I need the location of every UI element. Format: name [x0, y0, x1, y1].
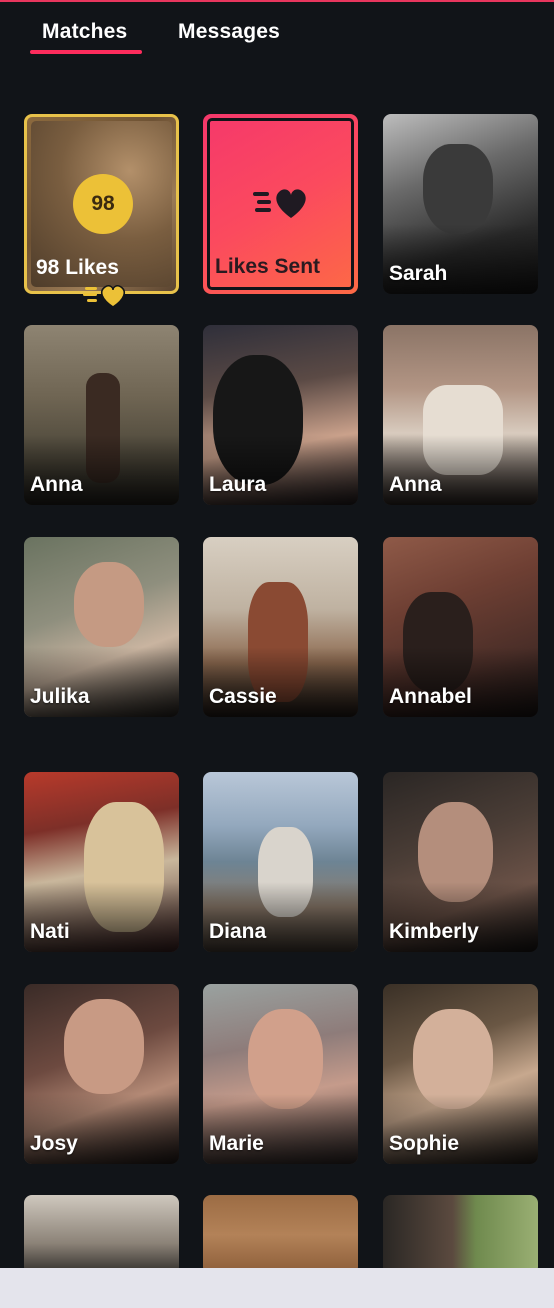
tab-matches[interactable]: Matches — [42, 20, 127, 44]
match-name: Kimberly — [389, 920, 479, 943]
match-card-row6-1[interactable] — [24, 1195, 179, 1275]
match-card-marie[interactable]: Marie — [203, 984, 358, 1164]
match-card-row6-3[interactable] — [383, 1195, 538, 1275]
match-card-cassie[interactable]: Cassie — [203, 537, 358, 717]
match-card-anna-1[interactable]: Anna — [24, 325, 179, 505]
likes-label: 98 Likes — [36, 256, 119, 279]
match-card-laura[interactable]: Laura — [203, 325, 358, 505]
match-card-row6-2[interactable] — [203, 1195, 358, 1275]
match-name: Anna — [30, 473, 83, 496]
match-card-annabel[interactable]: Annabel — [383, 537, 538, 717]
match-name: Laura — [209, 473, 267, 496]
match-card-sophie[interactable]: Sophie — [383, 984, 538, 1164]
likes-count-badge: 98 — [73, 174, 133, 234]
match-card-diana[interactable]: Diana — [203, 772, 358, 952]
match-name: Josy — [30, 1132, 78, 1155]
bottom-bar — [0, 1268, 554, 1308]
likes-sent-card[interactable]: Likes Sent — [203, 114, 358, 294]
match-name: Diana — [209, 920, 267, 943]
likes-sent-label: Likes Sent — [215, 255, 321, 278]
active-tab-indicator — [30, 50, 142, 54]
tab-messages[interactable]: Messages — [178, 20, 280, 44]
match-card-anna-2[interactable]: Anna — [383, 325, 538, 505]
match-card-kimberly[interactable]: Kimberly — [383, 772, 538, 952]
match-name: Nati — [30, 920, 70, 943]
sent-heart-icon — [253, 189, 306, 218]
likes-card[interactable]: 98 98 Likes — [24, 114, 179, 308]
match-card-sarah[interactable]: Sarah — [383, 114, 538, 294]
match-name: Sophie — [389, 1132, 460, 1155]
match-name: Cassie — [209, 685, 277, 708]
profile-photo — [74, 562, 144, 647]
match-name: Sarah — [389, 262, 448, 285]
match-name: Annabel — [389, 685, 472, 708]
top-accent-line — [0, 0, 554, 2]
match-name: Anna — [389, 473, 442, 496]
gold-heart-icon — [83, 285, 126, 308]
match-card-julika[interactable]: Julika — [24, 537, 179, 717]
match-name: Marie — [209, 1132, 264, 1155]
match-name: Julika — [30, 685, 90, 708]
profile-photo — [423, 144, 493, 234]
match-card-josy[interactable]: Josy — [24, 984, 179, 1164]
profile-photo — [64, 999, 144, 1094]
match-card-nati[interactable]: Nati — [24, 772, 179, 952]
